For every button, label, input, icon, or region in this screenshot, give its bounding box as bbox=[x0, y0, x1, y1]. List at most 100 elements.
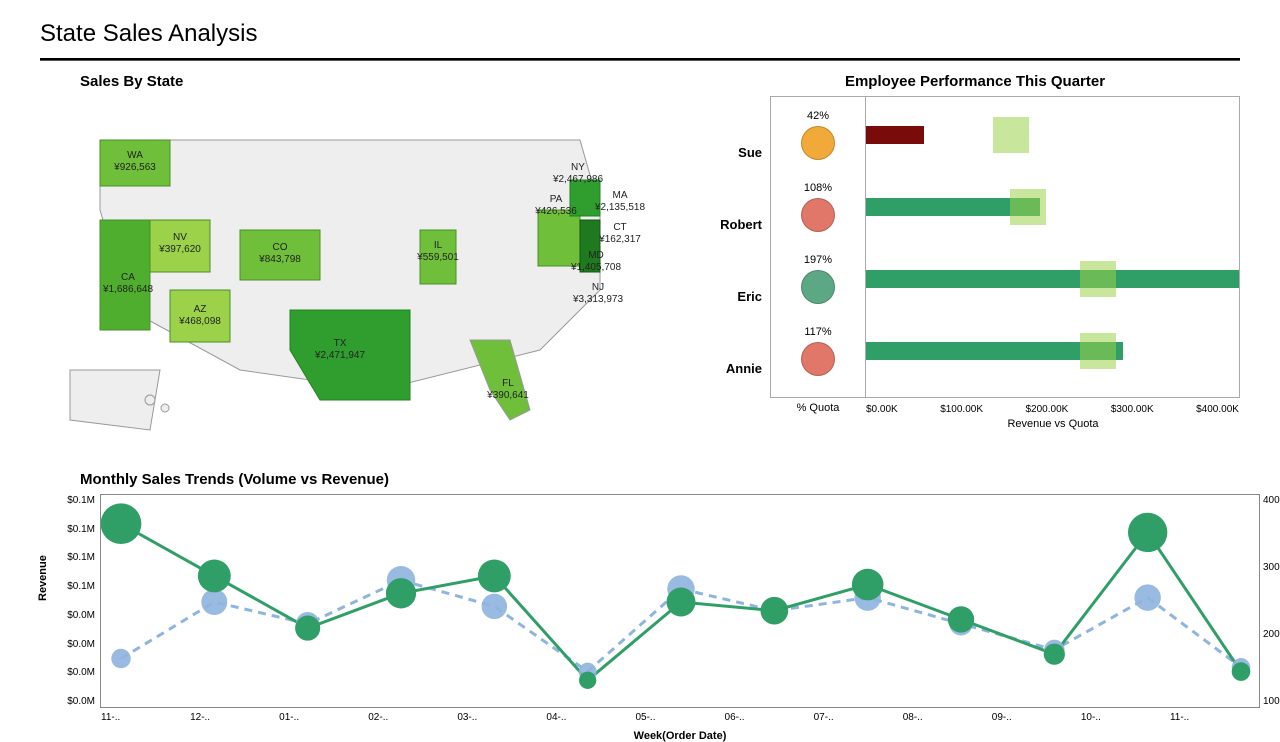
quota-target-marker bbox=[1080, 261, 1116, 297]
label-ma-val: ¥2,135,518 bbox=[594, 202, 645, 213]
state-pa[interactable] bbox=[538, 210, 580, 266]
bar-cell[interactable] bbox=[866, 99, 1239, 171]
label-md-code: MD bbox=[588, 250, 604, 261]
label-md-val: ¥1,405,708 bbox=[570, 262, 621, 273]
revenue-bars-column: $0.00K $100.00K $200.00K $300.00K $400.0… bbox=[866, 96, 1240, 398]
x-tick: 12-.. bbox=[190, 712, 279, 723]
quota-pct: 108% bbox=[804, 182, 832, 194]
x-tick: 11-.. bbox=[101, 712, 190, 723]
x-tick: 11-.. bbox=[1170, 712, 1259, 723]
label-pa-val: ¥426,536 bbox=[534, 206, 577, 217]
x-tick: 07-.. bbox=[814, 712, 903, 723]
quota-pct: 42% bbox=[807, 110, 829, 122]
emp-name: Robert bbox=[710, 188, 770, 260]
y-left-axis: $0.1M $0.1M $0.1M $0.1M $0.0M $0.0M $0.0… bbox=[53, 495, 95, 707]
bar-cell[interactable] bbox=[866, 171, 1239, 243]
y-tick: $0.0M bbox=[67, 667, 95, 678]
x-tick: 06-.. bbox=[725, 712, 814, 723]
revenue-bar bbox=[866, 126, 924, 144]
trend-title: Monthly Sales Trends (Volume vs Revenue) bbox=[80, 471, 1240, 488]
emp-name: Annie bbox=[710, 332, 770, 404]
y-left-label: Revenue bbox=[37, 555, 49, 601]
x-tick: 09-.. bbox=[992, 712, 1081, 723]
emp-name: Eric bbox=[710, 260, 770, 332]
y-tick: $0.0M bbox=[67, 610, 95, 621]
quota-bubble-icon bbox=[801, 270, 835, 304]
x-tick: $200.00K bbox=[1026, 404, 1069, 415]
quota-cell[interactable]: 108% bbox=[771, 171, 865, 243]
x-tick: 08-.. bbox=[903, 712, 992, 723]
map-title: Sales By State bbox=[80, 73, 680, 90]
y-tick: $0.0M bbox=[67, 696, 95, 707]
x-tick: $400.00K bbox=[1196, 404, 1239, 415]
us-map[interactable]: WA ¥926,563 CA ¥1,686,648 NV ¥397,620 AZ… bbox=[40, 90, 680, 450]
y-tick: $0.1M bbox=[67, 524, 95, 535]
label-ca-code: CA bbox=[121, 272, 135, 283]
x-tick: $0.00K bbox=[866, 404, 898, 415]
label-ny-val: ¥2,467,986 bbox=[552, 174, 603, 185]
label-pa-code: PA bbox=[550, 194, 563, 205]
quota-bubble-icon bbox=[801, 126, 835, 160]
label-az-code: AZ bbox=[194, 304, 207, 315]
trend-x-axis: 11-.. 12-.. 01-.. 02-.. 03-.. 04-.. 05-.… bbox=[101, 712, 1259, 723]
quota-bubble-icon bbox=[801, 198, 835, 232]
label-nv-code: NV bbox=[173, 232, 187, 243]
quota-bubble-icon bbox=[801, 342, 835, 376]
bar-cell[interactable] bbox=[866, 243, 1239, 315]
quota-cell[interactable]: 42% bbox=[771, 99, 865, 171]
label-nj-val: ¥3,313,973 bbox=[572, 294, 623, 305]
bar-cell[interactable] bbox=[866, 315, 1239, 387]
label-nv-val: ¥397,620 bbox=[158, 244, 201, 255]
y-tick: 200 bbox=[1263, 629, 1280, 640]
x-tick: 01-.. bbox=[279, 712, 368, 723]
employee-performance-panel: Employee Performance This Quarter Sue Ro… bbox=[710, 73, 1240, 463]
x-tick: $300.00K bbox=[1111, 404, 1154, 415]
quota-cell[interactable]: 197% bbox=[771, 243, 865, 315]
label-co-code: CO bbox=[273, 242, 288, 253]
x-tick: 02-.. bbox=[368, 712, 457, 723]
bars-x-axis: $0.00K $100.00K $200.00K $300.00K $400.0… bbox=[866, 404, 1239, 415]
quota-cell[interactable]: 117% bbox=[771, 315, 865, 387]
bars-axis-title: Revenue vs Quota bbox=[866, 418, 1240, 430]
label-az-val: ¥468,098 bbox=[178, 316, 221, 327]
label-il-val: ¥559,501 bbox=[416, 252, 459, 263]
y-tick: 300 bbox=[1263, 562, 1280, 573]
label-ct-code: CT bbox=[613, 222, 626, 233]
label-ny-code: NY bbox=[571, 162, 585, 173]
label-fl-code: FL bbox=[502, 378, 514, 389]
label-nj-code: NJ bbox=[592, 282, 604, 293]
label-tx-code: TX bbox=[334, 338, 347, 349]
label-co-val: ¥843,798 bbox=[258, 254, 301, 265]
label-wa-val: ¥926,563 bbox=[113, 162, 156, 173]
employee-title: Employee Performance This Quarter bbox=[710, 73, 1240, 90]
label-ma-code: MA bbox=[613, 190, 628, 201]
quota-pct: 197% bbox=[804, 254, 832, 266]
label-wa-code: WA bbox=[127, 150, 143, 161]
label-tx-val: ¥2,471,947 bbox=[314, 350, 365, 361]
y-tick: 100 bbox=[1263, 696, 1280, 707]
quota-pct: 117% bbox=[804, 326, 831, 338]
quota-column: 42% 108% 197% 117% bbox=[770, 96, 866, 398]
label-fl-val: ¥390,641 bbox=[486, 390, 529, 401]
quota-target-marker bbox=[1080, 333, 1116, 369]
label-il-code: IL bbox=[434, 240, 443, 251]
trend-chart[interactable]: Revenue Volume $0.1M $0.1M $0.1M $0.1M $… bbox=[100, 494, 1260, 708]
x-tick: 10-.. bbox=[1081, 712, 1170, 723]
y-right-axis: 400 300 200 100 bbox=[1263, 495, 1280, 707]
quota-axis-label: % Quota bbox=[770, 402, 866, 414]
x-tick: $100.00K bbox=[940, 404, 983, 415]
trend-x-title: Week(Order Date) bbox=[100, 730, 1260, 742]
label-ct-val: ¥162,317 bbox=[598, 234, 641, 245]
revenue-bar bbox=[866, 270, 1239, 288]
page-title: State Sales Analysis bbox=[40, 20, 1240, 52]
sales-by-state-panel: Sales By State bbox=[40, 73, 680, 463]
y-tick: 400 bbox=[1263, 495, 1280, 506]
quota-target-marker bbox=[993, 117, 1029, 153]
y-tick: $0.1M bbox=[67, 581, 95, 592]
x-tick: 04-.. bbox=[546, 712, 635, 723]
x-tick: 03-.. bbox=[457, 712, 546, 723]
employee-names-column: Sue Robert Eric Annie bbox=[710, 96, 770, 404]
quota-target-marker bbox=[1010, 189, 1046, 225]
x-tick: 05-.. bbox=[635, 712, 724, 723]
y-tick: $0.0M bbox=[67, 639, 95, 650]
